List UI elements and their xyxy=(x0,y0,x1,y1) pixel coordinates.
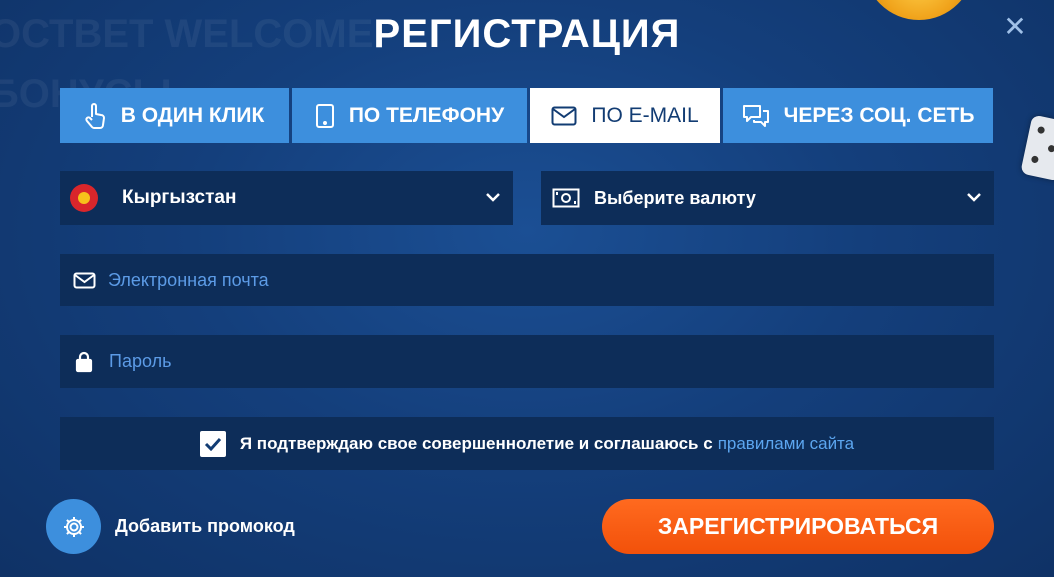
email-placeholder: Электронная почта xyxy=(108,269,269,290)
kyrgyzstan-flag-icon xyxy=(70,184,98,212)
agreement-text: Я подтверждаю свое совершеннолетие и сог… xyxy=(239,433,713,453)
agreement-checkbox[interactable] xyxy=(199,430,226,457)
tab-one-click[interactable]: В ОДИН КЛИК xyxy=(60,88,289,143)
banknote-icon xyxy=(552,188,580,208)
envelope-icon xyxy=(551,106,577,126)
password-placeholder: Пароль xyxy=(109,351,172,371)
chat-icon xyxy=(742,103,770,129)
country-select[interactable]: Кыргызстан xyxy=(60,171,513,225)
background-dice-decoration xyxy=(1020,114,1054,182)
tab-social[interactable]: ЧЕРЕЗ СОЦ. СЕТЬ xyxy=(723,88,993,143)
tab-label: ПО ТЕЛЕФОНУ xyxy=(348,103,505,127)
checkmark-icon xyxy=(204,437,221,451)
dialog-title: РЕГИСТРАЦИЯ xyxy=(373,12,681,56)
currency-select[interactable]: Выберите валюту xyxy=(541,171,994,225)
registration-tabs: В ОДИН КЛИК ПО ТЕЛЕФОНУ ПО E-MAIL ЧЕРЕЗ … xyxy=(60,88,994,143)
add-promocode-button[interactable]: Добавить промокод xyxy=(46,499,295,554)
chevron-down-icon xyxy=(485,189,501,207)
agreement-row: Я подтверждаю свое совершеннолетие и сог… xyxy=(60,417,994,470)
tab-email[interactable]: ПО E-MAIL xyxy=(530,88,720,143)
lock-icon xyxy=(75,351,93,373)
envelope-icon xyxy=(73,272,96,289)
email-field[interactable]: Электронная почта xyxy=(60,254,994,306)
currency-placeholder: Выберите валюту xyxy=(594,187,756,208)
phone-icon xyxy=(315,103,335,129)
tab-phone[interactable]: ПО ТЕЛЕФОНУ xyxy=(292,88,527,143)
register-button[interactable]: ЗАРЕГИСТРИРОВАТЬСЯ xyxy=(602,499,994,554)
country-value: Кыргызстан xyxy=(122,187,237,208)
tab-label: ЧЕРЕЗ СОЦ. СЕТЬ xyxy=(783,103,975,127)
hand-pointer-icon xyxy=(85,102,107,130)
promocode-label: Добавить промокод xyxy=(115,516,295,536)
password-field[interactable]: Пароль xyxy=(60,335,994,388)
gear-icon xyxy=(46,499,101,554)
rules-link[interactable]: правилами сайта xyxy=(718,434,854,454)
tab-label: В ОДИН КЛИК xyxy=(120,103,265,127)
chevron-down-icon xyxy=(966,189,982,207)
tab-label: ПО E-MAIL xyxy=(591,103,699,127)
